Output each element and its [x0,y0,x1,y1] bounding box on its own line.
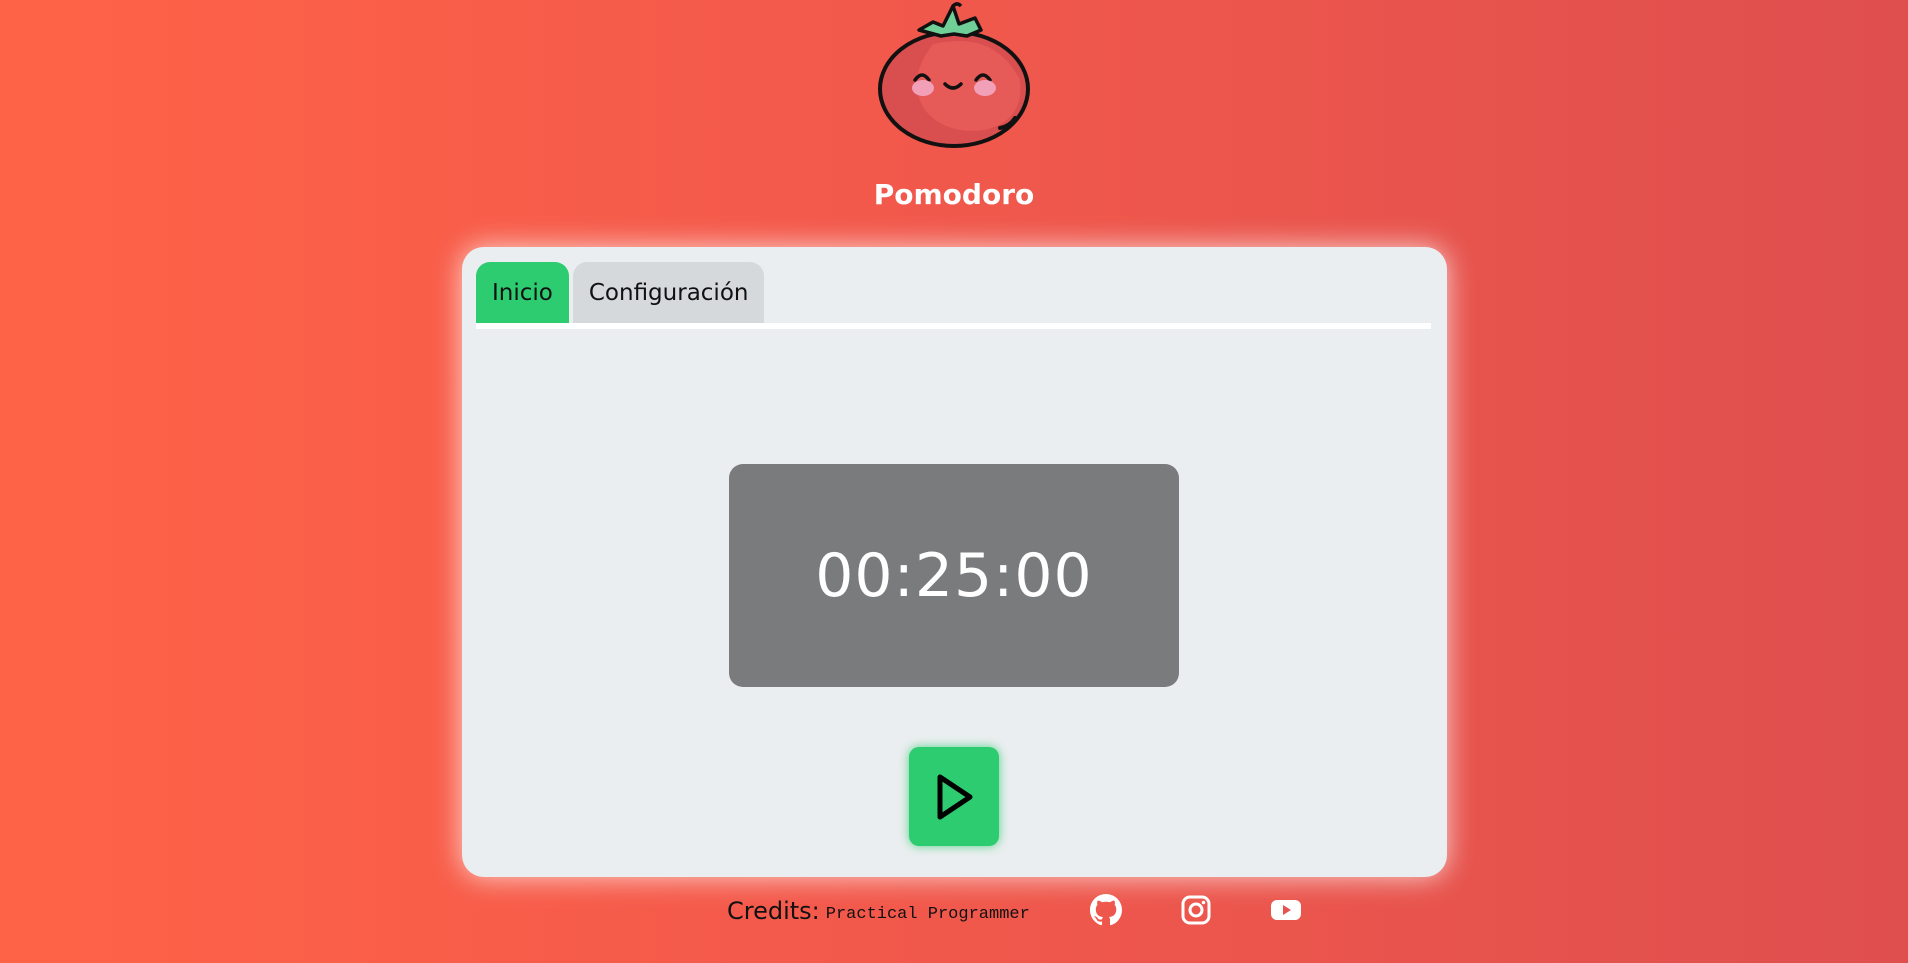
tomato-logo-icon [878,2,1030,148]
credits: Credits: Practical Programmer [727,893,1030,929]
play-icon [937,774,973,819]
tab-bar: Inicio Configuración [476,262,765,323]
tab-underline [476,323,1431,329]
tab-configuracion[interactable]: Configuración [572,262,765,323]
app-title: Pomodoro [873,178,1035,211]
credits-author: Practical Programmer [825,904,1030,924]
credits-label: Credits: [727,897,820,925]
instagram-icon[interactable] [1180,894,1212,926]
timer-text: 00:25:00 [815,540,1093,611]
pomodoro-card: Inicio Configuración 00:25:00 [462,247,1447,877]
play-button[interactable] [909,747,999,846]
timer-display: 00:25:00 [729,464,1179,687]
tab-inicio[interactable]: Inicio [476,262,569,323]
youtube-icon[interactable] [1270,894,1302,926]
github-icon[interactable] [1090,894,1122,926]
